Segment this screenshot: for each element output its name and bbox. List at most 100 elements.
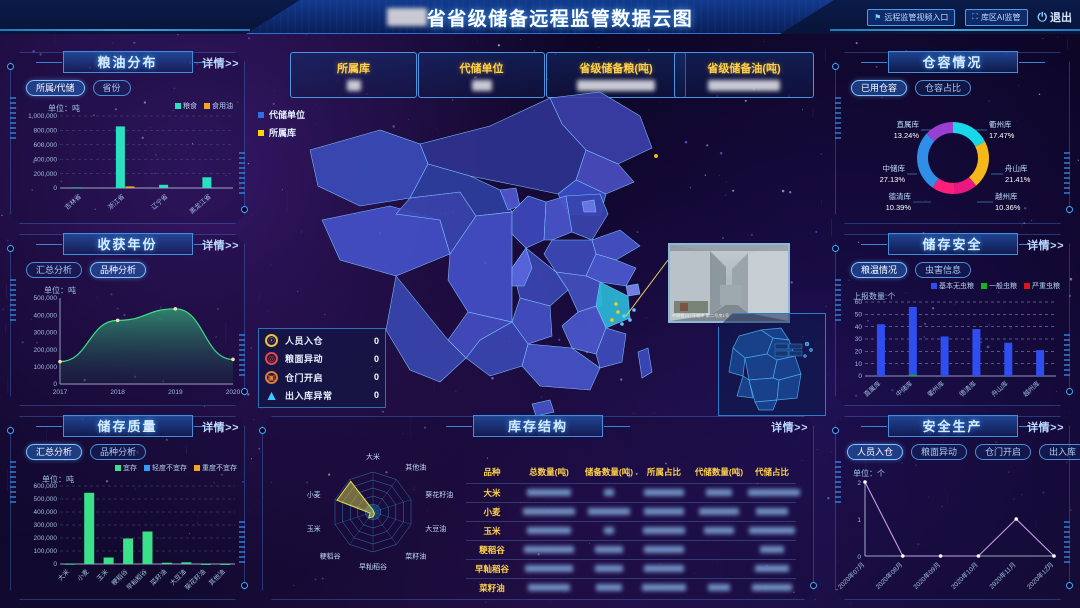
panel-title: 储存质量 [35, 415, 220, 437]
panel-more-link[interactable]: 详情>> [202, 237, 239, 253]
harvest-year-area-chart: 0 100,000 200,000 300,000 400,000 500,000 2017… [34, 295, 241, 396]
svg-text:10.36%: 10.36% [995, 203, 1021, 212]
province-inset-map[interactable] [718, 313, 826, 416]
svg-text:2020: 2020 [226, 389, 241, 396]
panel-harvest-year: 收获年份 详情>> 汇总分析 品种分析 单位：吨 0 100,000 200,000… [7, 233, 248, 406]
svg-text:13.24%: 13.24% [894, 131, 920, 140]
exit-label: 退出 [1050, 12, 1072, 24]
exit-button[interactable]: ⏻ 退出 [1038, 9, 1073, 25]
map-legend-item-owned: 所属库 [258, 126, 305, 139]
cell-variety-name: 大米 [483, 488, 501, 498]
svg-text:小麦: 小麦 [307, 490, 321, 499]
table-row[interactable]: 菜籽油 [466, 578, 796, 597]
alert-row-grain-surface[interactable]: ◎ 粮面异动 0 [265, 352, 379, 366]
cell-variety-name: 玉米 [483, 526, 501, 536]
legend-item-severe: 重度不宜存 [194, 463, 237, 473]
svg-text:小麦: 小麦 [75, 567, 91, 583]
tab-variety-analysis[interactable]: 品种分析 [90, 262, 147, 278]
alert-row-inout-abnormal[interactable]: ▲ 出入库异常 0 [265, 387, 379, 403]
corner-dot [7, 427, 14, 434]
svg-text:800,000: 800,000 [34, 128, 58, 135]
table-row[interactable]: 大米 [466, 483, 800, 502]
panel-more-link[interactable]: 详情>> [202, 55, 239, 71]
tab-summary-analysis[interactable]: 汇总分析 [26, 262, 83, 278]
svg-text:舟山库: 舟山库 [989, 378, 1010, 398]
legend-swatch [144, 465, 150, 471]
table-row[interactable]: 玉米 [466, 521, 796, 540]
svg-text:衢州库: 衢州库 [989, 119, 1012, 129]
tab-variety-analysis[interactable]: 品种分析 [90, 444, 147, 460]
panel-more-link[interactable]: 详情>> [202, 419, 239, 435]
legend-swatch [931, 283, 937, 289]
alert-label: 仓门开启 [285, 372, 324, 383]
svg-text:其他油: 其他油 [405, 463, 426, 472]
panel-safe-production: 安全生产 详情>> 人员入仓 粮面异动 仓门开启 出入库 单位：个 0 1 2 202… [832, 415, 1080, 600]
svg-text:2018: 2018 [110, 389, 125, 396]
panel-title: 储存安全 [860, 233, 1045, 255]
svg-text:2020年10月: 2020年10月 [949, 560, 980, 591]
svg-text:德清库: 德清库 [889, 191, 912, 201]
tab-grain-temperature[interactable]: 粮温情况 [851, 262, 908, 278]
svg-text:30: 30 [855, 336, 863, 343]
table-row[interactable]: 早籼稻谷 [466, 559, 796, 578]
tab-person-entry[interactable]: 人员入仓 [847, 444, 904, 460]
panel-more-link[interactable]: 详情>> [771, 419, 808, 435]
tab-group: 所属/代储 省份 [26, 80, 131, 96]
column-header-owned-ratio: 所属占比 [646, 467, 681, 477]
svg-text:早籼稻谷: 早籼稻谷 [124, 567, 149, 592]
inventory-structure-table: 品种 总数量(吨) 储备数量(吨) 所属占比 代储数量(吨) 代储占比 大米 小麦… [466, 466, 800, 597]
panel-storage-safety: 储存安全 详情>> 粮温情况 虫害信息 基本无虫粮 一般虫粮 严重虫粮 上报数量… [832, 233, 1073, 406]
svg-text:玉米: 玉米 [307, 524, 321, 533]
panel-more-link[interactable]: 详情>> [1027, 237, 1064, 253]
alert-row-door-open[interactable]: ▣ 仓门开启 0 [265, 370, 379, 384]
header-actions: ⚑ 远程监管视频入口 ⛶ 库区AI监管 ⏻ 退出 [867, 0, 1072, 34]
map-region-hainan [531, 399, 555, 417]
svg-text:1,000,000: 1,000,000 [28, 113, 57, 120]
tab-pest-info[interactable]: 虫害信息 [915, 262, 972, 278]
alert-row-person-entry[interactable]: ☉ 人员入仓 0 [265, 334, 379, 347]
svg-text:200,000: 200,000 [34, 171, 58, 178]
cell-value-redacted [580, 507, 638, 517]
corner-dot [7, 63, 14, 70]
cell-variety-name: 小麦 [483, 507, 501, 517]
ai-monitor-button[interactable]: ⛶ 库区AI监管 [965, 8, 1028, 26]
table-row[interactable]: 小麦 [466, 502, 796, 521]
tab-inout-store[interactable]: 出入库 [1039, 444, 1080, 460]
cell-variety-name: 菜籽油 [479, 583, 505, 593]
tab-province[interactable]: 省份 [92, 80, 131, 96]
tab-door-open[interactable]: 仓门开启 [975, 444, 1032, 460]
cell-value-redacted [748, 583, 796, 593]
map-region-xinjiang [309, 129, 429, 207]
door-alert-icon: ▣ [265, 370, 278, 384]
panel-title: 库存结构 [446, 415, 630, 437]
cell-value-redacted [580, 526, 638, 536]
tab-grain-surface[interactable]: 粮面异动 [911, 444, 968, 460]
panel-more-link[interactable]: 详情>> [1027, 419, 1064, 435]
legend-swatch-blue [258, 111, 264, 118]
legend-item-general-pest: 一般虫粮 [981, 281, 1017, 291]
live-video-popup[interactable]: 中储粮247号粮库 第二号房1号 [668, 243, 790, 323]
legend-label: 宜存 [123, 465, 137, 472]
legend-label: 严重虫粮 [1032, 283, 1060, 290]
legend-swatch [981, 283, 987, 289]
variety-radar-chart: 大米其他油葵花籽油大豆油菜籽油早籼稻谷 粳稻谷 玉米 小麦 [307, 452, 454, 571]
cell-value-redacted [518, 545, 580, 555]
tab-owned-agent[interactable]: 所属/代储 [26, 80, 85, 96]
panel-grain-oil-distribution: 粮油分布 详情>> 所属/代储 省份 单位：吨 粮食 食用油 0 200,000 4… [7, 51, 248, 224]
corner-dot [810, 582, 817, 589]
tab-used-capacity[interactable]: 已用仓容 [851, 80, 908, 96]
tab-capacity-ratio[interactable]: 仓容占比 [915, 80, 972, 96]
svg-text:衢州库: 衢州库 [925, 378, 946, 398]
alert-value: 0 [373, 353, 379, 364]
remote-video-entry-button[interactable]: ⚑ 远程监管视频入口 [867, 8, 956, 26]
legend-swatch [204, 103, 210, 109]
ai-monitor-label: 库区AI监管 [980, 12, 1021, 22]
svg-text:50: 50 [855, 312, 863, 319]
svg-text:2020年09月: 2020年09月 [911, 560, 942, 591]
table-row[interactable]: 粳稻谷 [466, 540, 796, 559]
svg-text:0: 0 [53, 381, 57, 388]
svg-text:100,000: 100,000 [34, 548, 58, 555]
cell-value-redacted [638, 545, 690, 555]
column-header-agent-qty: 代储数量(吨) [694, 467, 744, 477]
tab-summary-analysis[interactable]: 汇总分析 [26, 444, 83, 460]
